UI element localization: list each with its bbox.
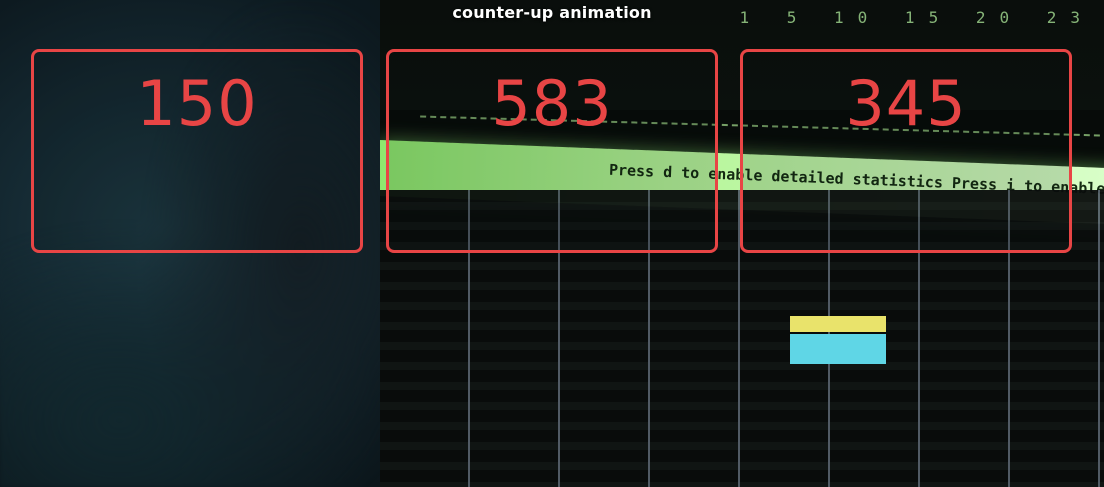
page-stage: 1 5 10 15 20 23 Press d to enable detail…: [0, 0, 1104, 487]
terminal-yellow-cell: [790, 316, 886, 332]
counter-value: 150: [136, 67, 258, 140]
counter-value: 345: [845, 67, 967, 140]
terminal-cyan-cell: [790, 334, 886, 364]
counter-box: 150: [31, 49, 363, 253]
counter-value: 583: [491, 67, 613, 140]
page-title: counter-up animation: [452, 3, 652, 22]
counter-box: 583: [386, 49, 718, 253]
counter-box: 345: [740, 49, 1072, 253]
